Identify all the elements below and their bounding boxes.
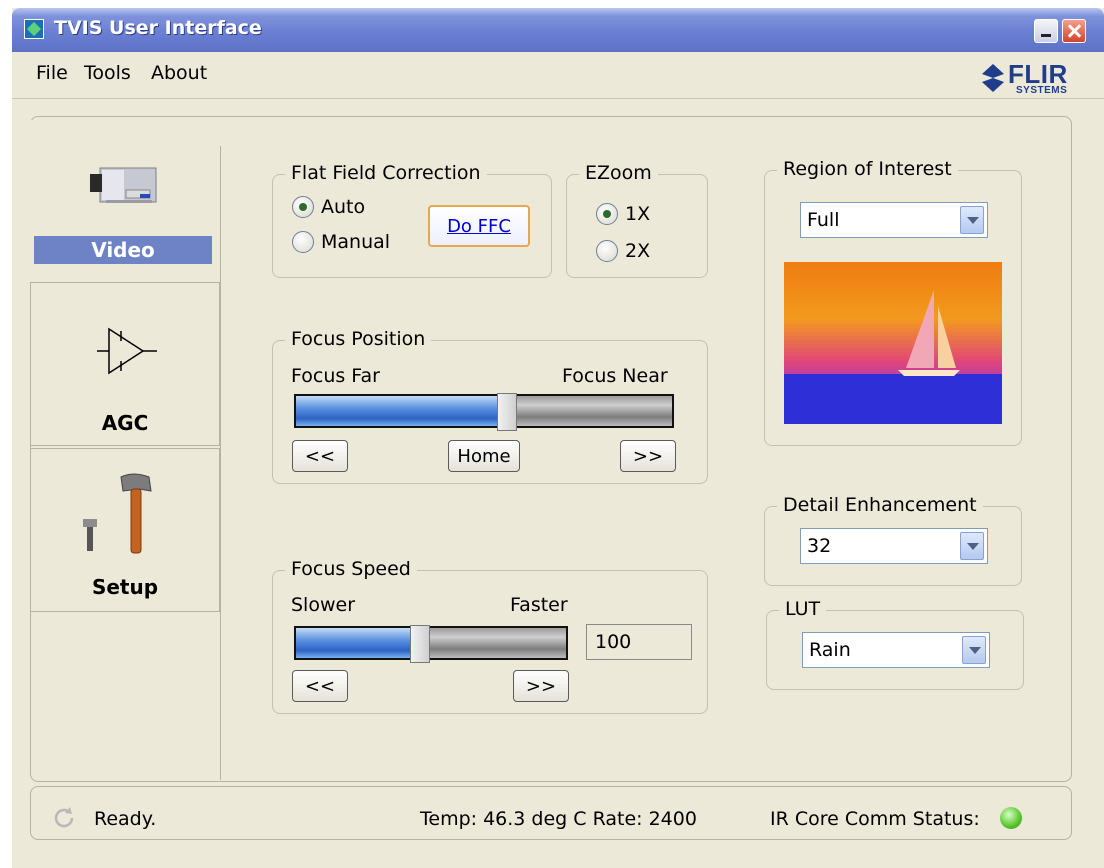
close-button[interactable] <box>1062 19 1086 43</box>
focus-near-label: Focus Near <box>562 365 668 387</box>
ffc-manual-radio[interactable]: Manual <box>292 231 390 253</box>
focus-speed-value[interactable]: 100 <box>586 624 692 660</box>
detail-enhancement-title: Detail Enhancement <box>777 494 983 516</box>
speed-slower-button[interactable]: << <box>292 670 348 702</box>
roi-select-value: Full <box>807 209 840 231</box>
focus-speed-title: Focus Speed <box>285 558 417 580</box>
focus-speed-fill <box>296 628 420 658</box>
do-ffc-button[interactable]: Do FFC <box>428 205 530 247</box>
ezoom-1x-label: 1X <box>625 203 651 225</box>
status-ready: Ready. <box>94 808 157 830</box>
menu-bar: File Tools About FLIR SYSTEMS <box>12 52 1104 99</box>
speed-faster-button[interactable]: >> <box>513 670 569 702</box>
ffc-manual-label: Manual <box>321 231 391 253</box>
dropdown-arrow-icon[interactable] <box>960 532 984 560</box>
amplifier-icon <box>97 327 157 375</box>
focus-position-thumb[interactable] <box>497 393 517 431</box>
radio-selected-icon <box>596 203 618 225</box>
hammer-tools-icon <box>83 473 152 554</box>
detail-select-value: 32 <box>807 535 832 557</box>
video-camera-icon <box>90 167 157 203</box>
tab-agc[interactable]: AGC <box>30 282 220 446</box>
menu-tools[interactable]: Tools <box>84 62 131 84</box>
focus-near-step-button[interactable]: >> <box>620 440 676 472</box>
tab-video[interactable]: Video <box>30 120 220 284</box>
ffc-title: Flat Field Correction <box>285 162 487 184</box>
thermal-preview-image <box>784 262 1002 424</box>
lut-select-value: Rain <box>809 639 851 661</box>
dropdown-arrow-icon[interactable] <box>960 206 984 234</box>
radio-unselected-icon <box>596 240 618 262</box>
focus-speed-slider[interactable] <box>294 625 568 663</box>
ezoom-1x-radio[interactable]: 1X <box>596 203 650 225</box>
focus-speed-thumb[interactable] <box>410 625 430 663</box>
faster-label: Faster <box>510 594 568 616</box>
roi-title: Region of Interest <box>777 158 958 180</box>
lut-select[interactable]: Rain <box>802 632 990 668</box>
status-temp-rate: Temp: 46.3 deg C Rate: 2400 <box>420 808 697 830</box>
ezoom-title: EZoom <box>579 162 658 184</box>
lut-title: LUT <box>779 598 827 620</box>
dropdown-arrow-icon[interactable] <box>962 636 986 664</box>
status-comm-label: IR Core Comm Status: <box>770 808 980 830</box>
window-title: TVIS User Interface <box>54 17 262 39</box>
tab-setup-label: Setup <box>91 575 159 599</box>
comm-status-led-icon <box>1000 807 1022 829</box>
refresh-icon <box>54 807 74 828</box>
radio-unselected-icon <box>292 231 314 253</box>
ezoom-2x-radio[interactable]: 2X <box>596 240 650 262</box>
ffc-auto-radio[interactable]: Auto <box>292 196 365 218</box>
menu-about[interactable]: About <box>151 62 207 84</box>
focus-position-title: Focus Position <box>285 328 432 350</box>
focus-far-step-button[interactable]: << <box>292 440 348 472</box>
tab-agc-label: AGC <box>101 411 149 435</box>
focus-position-slider[interactable] <box>294 393 674 431</box>
detail-enhancement-select[interactable]: 32 <box>800 528 988 564</box>
ezoom-group: EZoom <box>566 162 708 278</box>
menu-file[interactable]: File <box>36 62 68 84</box>
radio-selected-icon <box>292 196 314 218</box>
roi-select[interactable]: Full <box>800 202 988 238</box>
minimize-button[interactable] <box>1034 19 1058 43</box>
slower-label: Slower <box>291 594 356 616</box>
title-bar[interactable]: TVIS User Interface <box>12 8 1104 52</box>
focus-position-fill <box>296 396 507 426</box>
flir-diamond-icon <box>982 64 1004 92</box>
focus-far-label: Focus Far <box>291 365 380 387</box>
tab-setup[interactable]: Setup <box>30 448 220 612</box>
flir-logo: FLIR SYSTEMS <box>982 59 1104 96</box>
focus-home-button[interactable]: Home <box>448 440 520 472</box>
ffc-auto-label: Auto <box>321 196 366 218</box>
app-icon <box>24 19 44 39</box>
tab-video-label: Video <box>34 236 212 264</box>
logo-subtitle: SYSTEMS <box>1016 85 1068 96</box>
ezoom-2x-label: 2X <box>625 240 651 262</box>
